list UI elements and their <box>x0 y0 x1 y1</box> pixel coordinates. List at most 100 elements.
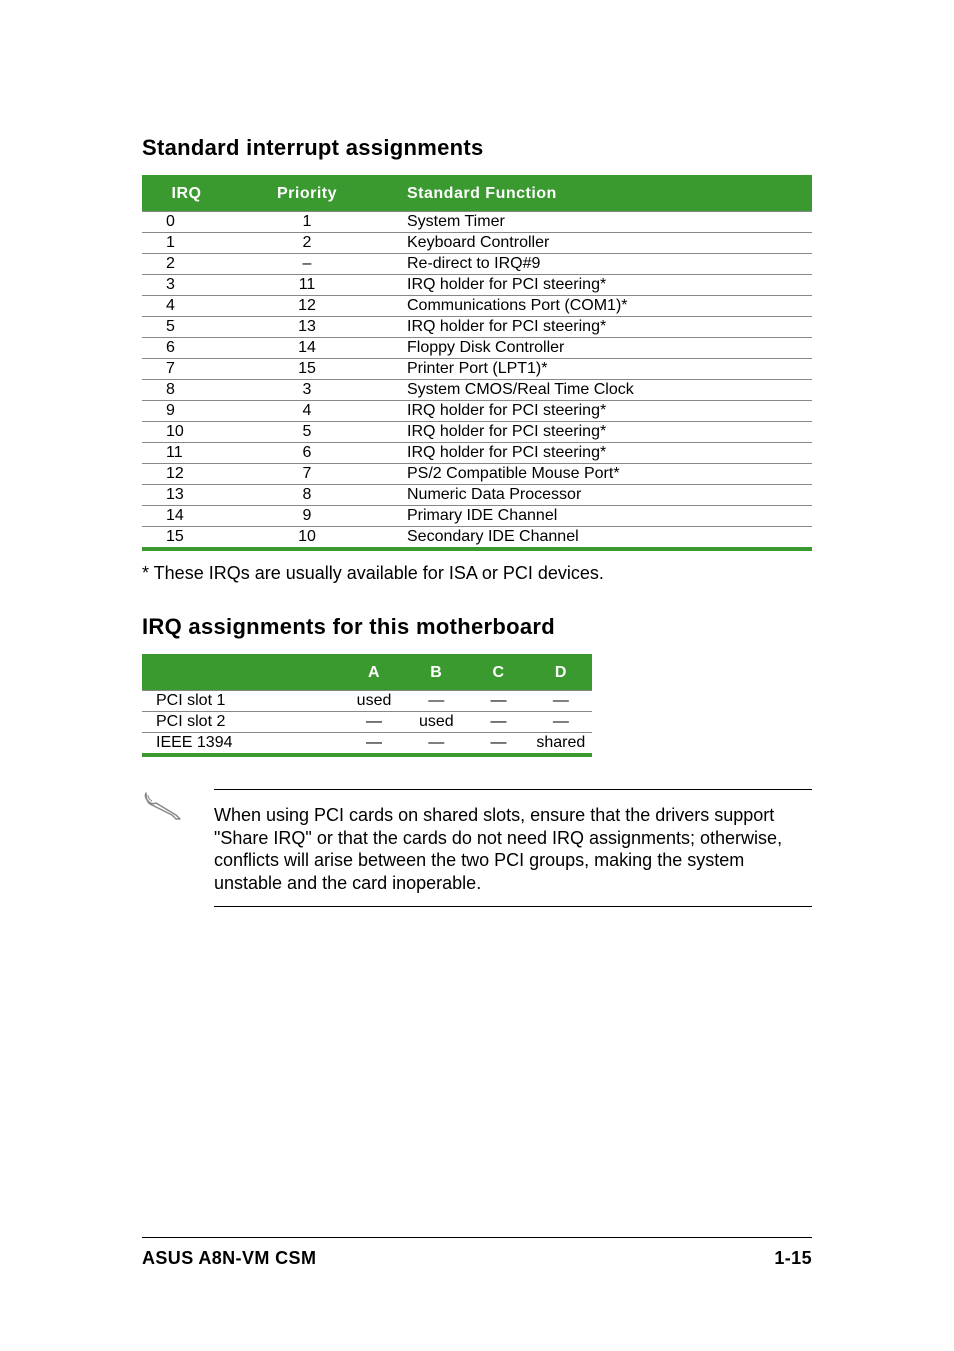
table-row: 412Communications Port (COM1)* <box>142 296 812 317</box>
table-row: 2–Re-direct to IRQ#9 <box>142 254 812 275</box>
table-cell: shared <box>530 733 592 756</box>
table-cell: IRQ holder for PCI steering* <box>397 401 812 422</box>
table-cell: 6 <box>217 443 397 464</box>
table-cell: PCI slot 2 <box>142 712 343 733</box>
table-cell: Communications Port (COM1)* <box>397 296 812 317</box>
table-cell: Keyboard Controller <box>397 233 812 254</box>
table-row: 105IRQ holder for PCI steering* <box>142 422 812 443</box>
table-cell: 9 <box>217 506 397 527</box>
table-cell: 3 <box>142 275 217 296</box>
table-row: 513IRQ holder for PCI steering* <box>142 317 812 338</box>
table-cell: Printer Port (LPT1)* <box>397 359 812 380</box>
table-cell: 5 <box>142 317 217 338</box>
note-block: When using PCI cards on shared slots, en… <box>142 789 812 907</box>
table-cell: – <box>217 254 397 275</box>
table-cell: 10 <box>217 527 397 550</box>
table-row: 01System Timer <box>142 212 812 233</box>
table-row: 614Floppy Disk Controller <box>142 338 812 359</box>
table-cell: 3 <box>217 380 397 401</box>
table-row: PCI slot 1used——— <box>142 691 592 712</box>
irq-footnote: * These IRQs are usually available for I… <box>142 563 812 584</box>
table-row: 94IRQ holder for PCI steering* <box>142 401 812 422</box>
table-cell: — <box>530 691 592 712</box>
table-cell: 11 <box>217 275 397 296</box>
note-text: When using PCI cards on shared slots, en… <box>214 805 782 893</box>
t2-header-b: B <box>405 656 467 691</box>
table-cell: 14 <box>217 338 397 359</box>
table-row: 12Keyboard Controller <box>142 233 812 254</box>
table-cell: — <box>405 733 467 756</box>
t2-header-d: D <box>530 656 592 691</box>
table-row: 715Printer Port (LPT1)* <box>142 359 812 380</box>
table-row: PCI slot 2—used—— <box>142 712 592 733</box>
table-cell: 13 <box>217 317 397 338</box>
table-cell: — <box>343 712 405 733</box>
table-row: 116IRQ holder for PCI steering* <box>142 443 812 464</box>
section1-title: Standard interrupt assignments <box>142 135 812 161</box>
footer-page: 1-15 <box>774 1248 812 1269</box>
table-cell: IRQ holder for PCI steering* <box>397 275 812 296</box>
table-cell: used <box>343 691 405 712</box>
table-cell: 13 <box>142 485 217 506</box>
table-row: 1510Secondary IDE Channel <box>142 527 812 550</box>
table-cell: 4 <box>217 401 397 422</box>
table-cell: 2 <box>142 254 217 275</box>
t2-header-a: A <box>343 656 405 691</box>
mb-irq-table: A B C D PCI slot 1used———PCI slot 2—used… <box>142 654 592 757</box>
irq-table: IRQ Priority Standard Function 01System … <box>142 175 812 551</box>
table-cell: — <box>405 691 467 712</box>
table-cell: PCI slot 1 <box>142 691 343 712</box>
table-cell: — <box>467 712 529 733</box>
section2-title: IRQ assignments for this motherboard <box>142 614 812 640</box>
table-cell: 1 <box>142 233 217 254</box>
table-row: 127PS/2 Compatible Mouse Port* <box>142 464 812 485</box>
table-cell: 14 <box>142 506 217 527</box>
table-cell: System Timer <box>397 212 812 233</box>
t1-header-func: Standard Function <box>397 177 812 212</box>
table-cell: — <box>467 733 529 756</box>
table-cell: — <box>530 712 592 733</box>
table-cell: 0 <box>142 212 217 233</box>
table-cell: 7 <box>217 464 397 485</box>
table-cell: System CMOS/Real Time Clock <box>397 380 812 401</box>
table-cell: Secondary IDE Channel <box>397 527 812 550</box>
table-cell: Re-direct to IRQ#9 <box>397 254 812 275</box>
table-cell: 7 <box>142 359 217 380</box>
table-cell: Numeric Data Processor <box>397 485 812 506</box>
table-cell: 8 <box>142 380 217 401</box>
table-cell: 12 <box>217 296 397 317</box>
table-row: 311IRQ holder for PCI steering* <box>142 275 812 296</box>
table-row: 83System CMOS/Real Time Clock <box>142 380 812 401</box>
table-row: IEEE 1394———shared <box>142 733 592 756</box>
table-cell: 1 <box>217 212 397 233</box>
table-row: 138Numeric Data Processor <box>142 485 812 506</box>
t2-header-c: C <box>467 656 529 691</box>
table-cell: PS/2 Compatible Mouse Port* <box>397 464 812 485</box>
table-cell: IRQ holder for PCI steering* <box>397 443 812 464</box>
page-footer: ASUS A8N-VM CSM 1-15 <box>142 1237 812 1269</box>
table-cell: 11 <box>142 443 217 464</box>
table-cell: 15 <box>217 359 397 380</box>
table-cell: 10 <box>142 422 217 443</box>
table-cell: 6 <box>142 338 217 359</box>
t1-header-priority: Priority <box>217 177 397 212</box>
note-pencil-icon <box>142 789 184 828</box>
table-cell: 8 <box>217 485 397 506</box>
table-cell: Primary IDE Channel <box>397 506 812 527</box>
t2-header-blank <box>142 656 343 691</box>
table-cell: 9 <box>142 401 217 422</box>
table-cell: 5 <box>217 422 397 443</box>
table-cell: — <box>343 733 405 756</box>
table-cell: Floppy Disk Controller <box>397 338 812 359</box>
table-cell: IRQ holder for PCI steering* <box>397 317 812 338</box>
table-cell: IEEE 1394 <box>142 733 343 756</box>
table-cell: used <box>405 712 467 733</box>
table-cell: 12 <box>142 464 217 485</box>
table-cell: — <box>467 691 529 712</box>
table-row: 149Primary IDE Channel <box>142 506 812 527</box>
t1-header-irq: IRQ <box>142 177 217 212</box>
table-cell: IRQ holder for PCI steering* <box>397 422 812 443</box>
table-cell: 4 <box>142 296 217 317</box>
table-cell: 2 <box>217 233 397 254</box>
table-cell: 15 <box>142 527 217 550</box>
